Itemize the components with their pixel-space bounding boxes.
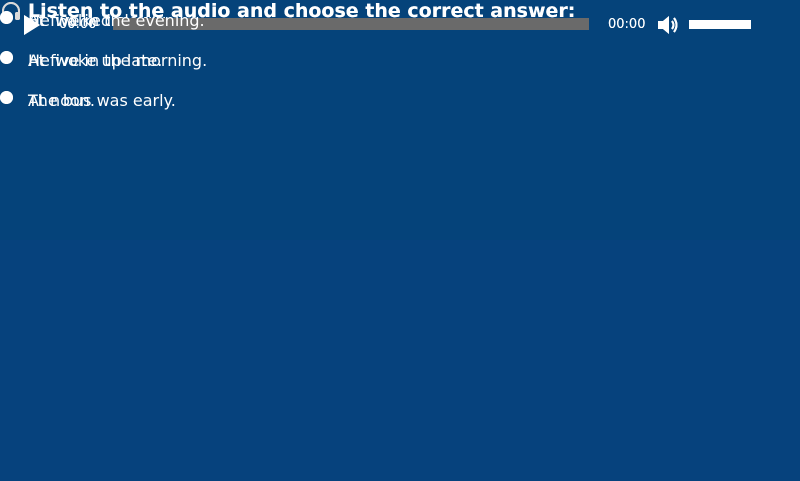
question-2 bbox=[0, 240, 800, 481]
volume-slider[interactable] bbox=[689, 20, 751, 29]
radio-button[interactable] bbox=[0, 10, 13, 24]
answer-option[interactable]: At five in the morning. bbox=[0, 40, 207, 80]
volume-button[interactable] bbox=[656, 13, 680, 37]
answer-option[interactable]: At noon. bbox=[0, 80, 207, 120]
answer-options-2: At five in the evening. At five in the m… bbox=[0, 0, 207, 120]
duration: 00:00 bbox=[608, 17, 646, 32]
radio-button[interactable] bbox=[0, 90, 13, 104]
answer-option[interactable]: At five in the evening. bbox=[0, 0, 207, 40]
volume-icon bbox=[658, 16, 678, 34]
option-label: At five in the evening. bbox=[28, 10, 205, 30]
option-label: At noon. bbox=[28, 90, 95, 110]
option-label: At five in the morning. bbox=[28, 50, 208, 70]
radio-button[interactable] bbox=[0, 50, 13, 64]
